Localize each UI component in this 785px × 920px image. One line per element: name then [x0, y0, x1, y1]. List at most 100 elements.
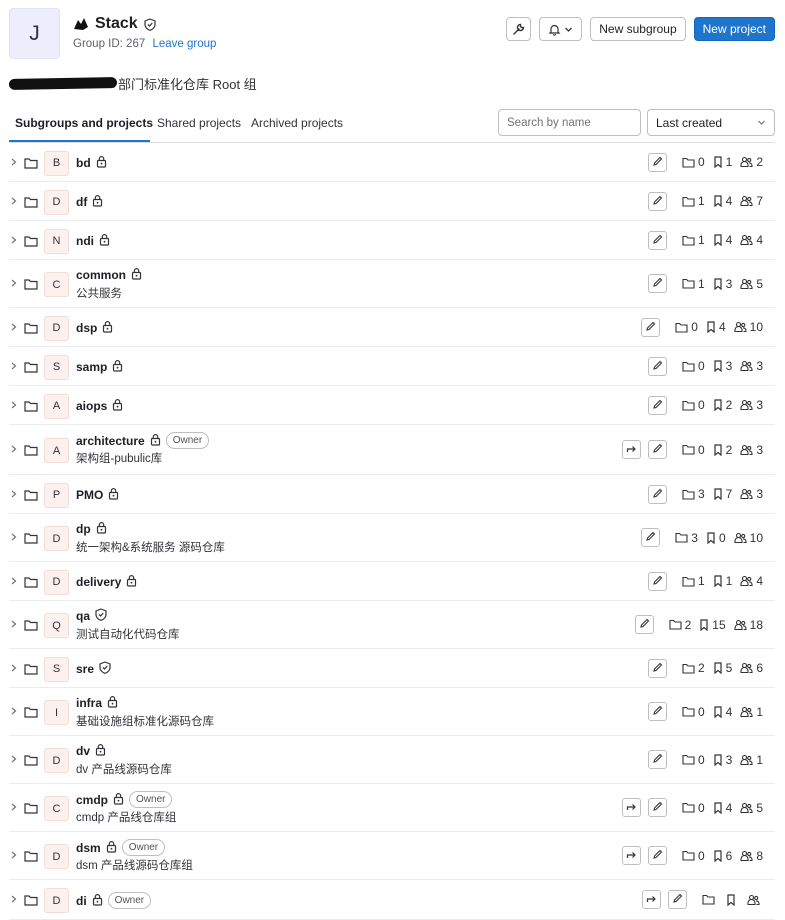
- item-name-link[interactable]: infra: [76, 696, 102, 710]
- item-name-link[interactable]: dsp: [76, 321, 97, 335]
- chevron-right-icon[interactable]: [10, 705, 18, 717]
- chevron-right-icon[interactable]: [10, 399, 18, 411]
- subgroup-icon: [682, 278, 695, 289]
- list-item[interactable]: Iinfra 基础设施组标准化源码仓库 0 4 1: [9, 688, 775, 736]
- item-name-link[interactable]: di: [76, 894, 87, 908]
- list-item[interactable]: Ddp 统一架构&系统服务 源码仓库 3 0 10: [9, 514, 775, 562]
- chevron-right-icon[interactable]: [10, 443, 18, 455]
- chevron-right-icon[interactable]: [10, 156, 18, 168]
- item-name-link[interactable]: sre: [76, 662, 94, 676]
- chevron-right-icon[interactable]: [10, 488, 18, 500]
- list-item[interactable]: Bbd 0 1 2: [9, 143, 775, 182]
- edit-button[interactable]: [647, 798, 667, 817]
- edit-button[interactable]: [641, 528, 661, 547]
- item-name-link[interactable]: qa: [76, 609, 90, 623]
- item-avatar: A: [44, 393, 69, 419]
- edit-button[interactable]: [647, 571, 667, 591]
- members-count: 8: [740, 849, 763, 863]
- tab-subgroups-and-projects[interactable]: Subgroups and projects: [15, 116, 153, 130]
- chevron-right-icon[interactable]: [10, 360, 18, 372]
- tab-shared-projects[interactable]: Shared projects: [157, 116, 241, 130]
- chevron-right-icon[interactable]: [10, 321, 18, 333]
- list-item[interactable]: Aaiops 0 2 3: [9, 386, 775, 425]
- list-item[interactable]: Ccmdp Owner cmdp 产品线仓库组 0 4 5: [9, 784, 775, 832]
- chevron-right-icon[interactable]: [10, 575, 18, 587]
- share-button[interactable]: [621, 798, 641, 817]
- chevron-right-icon[interactable]: [10, 801, 18, 813]
- chevron-right-icon[interactable]: [10, 753, 18, 765]
- item-name-link[interactable]: ndi: [76, 234, 94, 248]
- edit-button[interactable]: [647, 750, 667, 769]
- new-subgroup-button[interactable]: New subgroup: [590, 17, 686, 41]
- edit-button[interactable]: [634, 615, 654, 634]
- item-avatar-letter: D: [52, 532, 61, 545]
- list-item[interactable]: Ddi Owner: [9, 880, 775, 920]
- edit-button[interactable]: [668, 890, 687, 909]
- subgroup-icon: [682, 489, 695, 500]
- edit-button[interactable]: [647, 191, 667, 211]
- item-name-link[interactable]: dsm: [76, 841, 101, 855]
- item-name-link[interactable]: delivery: [76, 575, 121, 589]
- edit-button[interactable]: [647, 395, 667, 415]
- group-avatar: J: [9, 8, 60, 59]
- edit-button[interactable]: [647, 702, 667, 721]
- lock-icon: [99, 233, 110, 249]
- list-item[interactable]: Nndi 1 4 4: [9, 221, 775, 260]
- list-item[interactable]: Ssamp 0 3 3: [9, 347, 775, 386]
- share-button[interactable]: [621, 846, 641, 865]
- tab-archived-projects[interactable]: Archived projects: [251, 116, 343, 130]
- bookmark-icon: [713, 234, 723, 246]
- members-count: 2: [740, 155, 763, 169]
- lock-icon: [96, 155, 107, 171]
- edit-button[interactable]: [647, 440, 667, 459]
- item-name-link[interactable]: aiops: [76, 399, 107, 413]
- item-name-link[interactable]: PMO: [76, 488, 103, 502]
- item-title-line: ndi: [76, 233, 110, 249]
- item-name-link[interactable]: cmdp: [76, 793, 108, 807]
- subgroups-count-value: 0: [697, 155, 705, 169]
- edit-button[interactable]: [647, 484, 667, 504]
- share-button[interactable]: [642, 890, 661, 909]
- edit-button[interactable]: [647, 230, 667, 250]
- chevron-right-icon[interactable]: [10, 195, 18, 207]
- bookmark-icon: [713, 801, 723, 814]
- list-item[interactable]: Ddv dv 产品线源码仓库 0 3 1: [9, 736, 775, 784]
- edit-button[interactable]: [647, 658, 667, 678]
- sort-dropdown[interactable]: Last created: [647, 109, 775, 136]
- list-item[interactable]: Ssre 2 5 6: [9, 649, 775, 688]
- settings-button[interactable]: [506, 17, 532, 41]
- edit-button[interactable]: [647, 356, 667, 376]
- list-item[interactable]: Ddsp 0 4 10: [9, 308, 775, 347]
- chevron-right-icon[interactable]: [10, 277, 18, 289]
- chevron-right-icon[interactable]: [10, 234, 18, 246]
- chevron-right-icon[interactable]: [10, 662, 18, 674]
- chevron-right-icon[interactable]: [10, 531, 18, 543]
- item-name-link[interactable]: common: [76, 268, 126, 282]
- list-item[interactable]: P PMO 3 7 3: [9, 475, 775, 514]
- edit-button[interactable]: [647, 274, 667, 293]
- list-item[interactable]: Qqa 测试自动化代码仓库 2 15 18: [9, 601, 775, 649]
- list-item[interactable]: Ddelivery 1 1 4: [9, 562, 775, 601]
- item-name-link[interactable]: samp: [76, 360, 107, 374]
- folder-icon: [24, 278, 38, 290]
- share-button[interactable]: [621, 440, 641, 459]
- item-name-link[interactable]: dp: [76, 522, 91, 536]
- edit-button[interactable]: [641, 317, 661, 337]
- edit-button[interactable]: [647, 152, 667, 172]
- list-item[interactable]: Aarchitecture Owner 架构组-pubulic库 0 2 3: [9, 425, 775, 475]
- chevron-right-icon[interactable]: [10, 893, 18, 905]
- leave-group-link[interactable]: Leave group: [152, 38, 216, 50]
- item-name-link[interactable]: df: [76, 195, 87, 209]
- list-item[interactable]: Ccommon 公共服务 1 3 5: [9, 260, 775, 308]
- item-name-link[interactable]: architecture: [76, 434, 145, 448]
- notifications-dropdown[interactable]: [539, 17, 583, 41]
- list-item[interactable]: Ddsm Owner dsm 产品线源码仓库组 0 6 8: [9, 832, 775, 880]
- chevron-right-icon[interactable]: [10, 849, 18, 861]
- item-name-link[interactable]: dv: [76, 744, 90, 758]
- list-item[interactable]: Ddf 1 4 7: [9, 182, 775, 221]
- chevron-right-icon[interactable]: [10, 618, 18, 630]
- new-project-button[interactable]: New project: [693, 17, 775, 41]
- edit-button[interactable]: [647, 846, 667, 865]
- item-name-link[interactable]: bd: [76, 156, 91, 170]
- search-input[interactable]: [498, 109, 641, 136]
